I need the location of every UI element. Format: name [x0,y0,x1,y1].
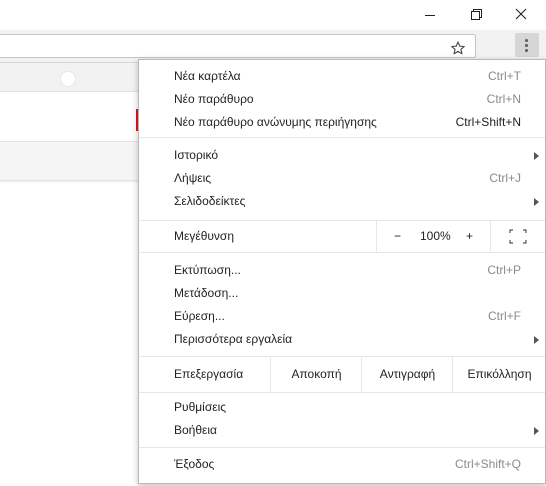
restore-button[interactable] [452,0,498,30]
menu-item-history[interactable]: Ιστορικό [139,144,545,167]
menu-label: Λήψεις [174,171,212,185]
submenu-arrow-icon [534,427,539,435]
menu-item-new-incognito-window[interactable]: Νέο παράθυρο ανώνυμης περιήγησης Ctrl+Sh… [139,111,545,134]
close-button[interactable] [498,0,544,30]
chrome-main-menu: Νέα καρτέλα Ctrl+T Νέο παράθυρο Ctrl+N Ν… [138,59,546,484]
restore-icon [471,9,482,20]
menu-item-settings[interactable]: Ρυθμίσεις [139,396,545,419]
menu-separator [139,137,545,138]
submenu-arrow-icon [534,336,539,344]
zoom-minus: − [394,229,402,243]
menu-label: Ρυθμίσεις [174,400,227,414]
menu-item-new-tab[interactable]: Νέα καρτέλα Ctrl+T [139,65,545,88]
zoom-out-button[interactable]: − [376,221,416,252]
zoom-plus: + [466,229,474,243]
menu-item-cast[interactable]: Μετάδοση... [139,282,545,305]
zoom-value: 100% [420,229,451,243]
ntp-logo-dot [60,71,76,87]
close-icon [515,8,527,20]
submenu-arrow-icon [534,152,539,160]
fullscreen-icon [509,229,527,244]
menu-label: Νέο παράθυρο ανώνυμης περιήγησης [174,115,377,129]
menu-label: Νέα καρτέλα [174,69,241,83]
menu-separator [139,252,545,253]
menu-item-help[interactable]: Βοήθεια [139,419,545,442]
menu-shortcut: Ctrl+Shift+N [455,115,521,129]
menu-shortcut: Ctrl+T [488,69,521,83]
copy-button[interactable]: Αντιγραφή [361,357,453,392]
menu-item-edit: Επεξεργασία Αποκοπή Αντιγραφή Επικόλληση [139,357,545,392]
menu-label: Βοήθεια [174,423,217,437]
chrome-menu-button[interactable] [515,33,539,57]
menu-label: Μεγέθυνση [174,229,235,243]
paste-button[interactable]: Επικόλληση [452,357,546,392]
menu-item-downloads[interactable]: Λήψεις Ctrl+J [139,167,545,190]
menu-item-more-tools[interactable]: Περισσότερα εργαλεία [139,328,545,351]
cut-button[interactable]: Αποκοπή [270,357,362,392]
menu-shortcut: Ctrl+J [489,171,521,185]
menu-separator [139,447,545,448]
menu-item-find[interactable]: Εύρεση... Ctrl+F [139,305,545,328]
menu-shortcut: Ctrl+P [487,263,521,277]
menu-label: Επεξεργασία [174,367,244,381]
menu-item-print[interactable]: Εκτύπωση... Ctrl+P [139,259,545,282]
menu-separator [139,392,545,393]
menu-label: Εύρεση... [174,309,225,323]
more-vert-icon [525,39,528,42]
zoom-in-button[interactable]: + [456,221,490,252]
minimize-button[interactable] [406,0,452,30]
menu-shortcut: Ctrl+N [486,92,521,106]
menu-label: Νέο παράθυρο [174,92,254,106]
menu-label: Ιστορικό [174,148,219,162]
fullscreen-button[interactable] [490,221,546,252]
menu-item-zoom: Μεγέθυνση − 100% + [139,221,545,252]
address-bar[interactable] [0,34,476,58]
menu-item-new-window[interactable]: Νέο παράθυρο Ctrl+N [139,88,545,111]
menu-label: Μετάδοση... [174,286,239,300]
ntp-search-card [0,91,142,181]
menu-label: Εκτύπωση... [174,263,241,277]
title-bar [0,0,546,30]
menu-label: Σελιδοδείκτες [174,194,246,208]
star-icon[interactable] [451,41,465,55]
menu-item-bookmarks[interactable]: Σελιδοδείκτες [139,190,545,213]
menu-shortcut: Ctrl+Shift+Q [454,457,521,471]
menu-label: Έξοδος [174,457,215,471]
menu-item-exit[interactable]: Έξοδος Ctrl+Shift+Q [139,453,545,476]
menu-label: Περισσότερα εργαλεία [174,332,293,346]
menu-shortcut: Ctrl+F [488,309,521,323]
submenu-arrow-icon [534,198,539,206]
minimize-icon [425,15,435,16]
